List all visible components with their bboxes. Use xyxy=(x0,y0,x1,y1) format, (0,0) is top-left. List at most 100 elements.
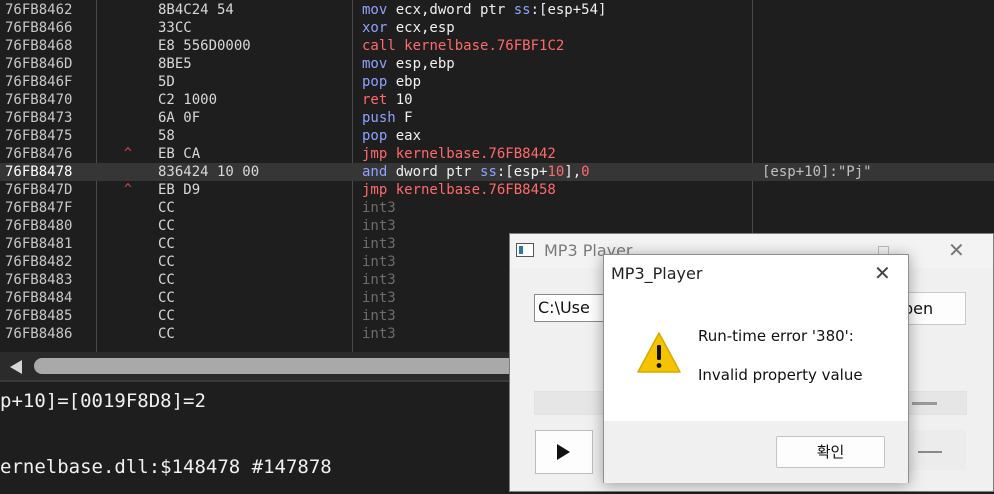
disasm-row[interactable]: 76FB847F CC int3 xyxy=(0,199,994,217)
disasm-row[interactable]: 76FB8466 33CC xor ecx,esp xyxy=(0,19,994,37)
volume-slider-thumb[interactable] xyxy=(918,451,942,453)
instruction-token: kernelbase.76FB8442 xyxy=(395,146,556,162)
row-address: 76FB8483 xyxy=(5,272,73,288)
seek-slider-thumb[interactable] xyxy=(912,402,937,405)
row-instruction: jmp kernelbase.76FB8442 xyxy=(362,145,556,163)
instruction-token: int3 xyxy=(362,236,396,252)
volume-slider[interactable] xyxy=(910,430,966,470)
row-address: 76FB8482 xyxy=(5,254,73,270)
row-instruction: int3 xyxy=(362,199,396,217)
row-bytes: 8BE5 xyxy=(158,56,192,72)
instruction-token: F xyxy=(404,110,413,126)
instruction-token: pop xyxy=(362,128,396,144)
row-address: 76FB847D xyxy=(5,182,73,198)
row-address: 76FB846D xyxy=(5,56,73,72)
row-bytes: 5D xyxy=(158,74,175,90)
instruction-token: ss xyxy=(480,164,497,180)
row-address: 76FB8473 xyxy=(5,110,73,126)
row-bytes: 836424 10 00 xyxy=(158,164,260,180)
instruction-token: dword ptr xyxy=(395,164,481,180)
row-instruction: int3 xyxy=(362,253,396,271)
row-address: 76FB8466 xyxy=(5,20,73,36)
row-bytes: CC xyxy=(158,218,175,234)
row-instruction: int3 xyxy=(362,217,396,235)
instruction-token: call xyxy=(362,38,405,54)
row-instruction: jmp kernelbase.76FB8458 xyxy=(362,181,556,199)
instruction-token: push xyxy=(362,110,405,126)
close-icon[interactable]: ✕ xyxy=(874,261,891,285)
row-comment: [esp+10]:"Pj" xyxy=(762,164,872,180)
instruction-token: xor xyxy=(362,20,396,36)
disasm-row[interactable]: 76FB8462 8B4C24 54 mov ecx,dword ptr ss:[e… xyxy=(0,1,994,19)
disasm-row[interactable]: 76FB846F 5D pop ebp xyxy=(0,73,994,91)
dialog-title: MP3_Player xyxy=(611,264,703,283)
instruction-token: and xyxy=(362,164,396,180)
row-instruction: int3 xyxy=(362,271,396,289)
row-instruction: int3 xyxy=(362,289,396,307)
jump-up-arrow-icon: ^ xyxy=(124,146,132,161)
row-bytes: CC xyxy=(158,200,175,216)
row-bytes: EB D9 xyxy=(158,182,201,198)
row-address: 76FB846F xyxy=(5,74,73,90)
instruction-token: 0 xyxy=(581,164,590,180)
instruction-token: esp,ebp xyxy=(395,56,455,72)
disasm-row[interactable]: 76FB8476 ^ EB CA jmp kernelbase.76FB8442 xyxy=(0,145,994,163)
instruction-token: 10 xyxy=(547,164,565,180)
instruction-token: kernelbase.76FBF1C2 xyxy=(404,38,565,54)
row-bytes: 58 xyxy=(158,128,175,144)
disasm-row[interactable]: 76FB8475 58 pop eax xyxy=(0,127,994,145)
error-message-detail: Invalid property value xyxy=(698,366,863,384)
row-address: 76FB8481 xyxy=(5,236,73,252)
row-address: 76FB8470 xyxy=(5,92,73,108)
disasm-row[interactable]: 76FB847D ^ EB D9 jmp kernelbase.76FB8458 xyxy=(0,181,994,199)
disasm-row[interactable]: 76FB8473 6A 0F push F xyxy=(0,109,994,127)
row-bytes: CC xyxy=(158,308,175,324)
jump-up-arrow-icon: ^ xyxy=(124,182,132,197)
row-instruction: mov esp,ebp xyxy=(362,55,455,73)
scroll-left-arrow-icon[interactable] xyxy=(10,360,22,374)
instruction-token: mov xyxy=(362,56,396,72)
row-bytes: C2 1000 xyxy=(158,92,218,108)
row-instruction: pop eax xyxy=(362,127,421,145)
scrollbar-thumb[interactable] xyxy=(34,358,534,374)
row-instruction: int3 xyxy=(362,235,396,253)
row-instruction: xor ecx,esp xyxy=(362,19,455,37)
row-address: 76FB8480 xyxy=(5,218,73,234)
info-memory-value: p+10]=[0019F8D8]=2 xyxy=(0,390,206,412)
close-icon[interactable]: ✕ xyxy=(948,238,965,262)
instruction-token: int3 xyxy=(362,290,396,306)
instruction-token: 10 xyxy=(395,92,413,108)
disasm-row[interactable]: 76FB8468 E8 556D0000 call kernelbase.76FBF… xyxy=(0,37,994,55)
row-bytes: 8B4C24 54 xyxy=(158,2,234,18)
instruction-token: :[esp+54] xyxy=(530,2,607,18)
info-module-address: ernelbase.dll:$148478 #147878 xyxy=(0,456,332,478)
instruction-token: ecx,dword ptr xyxy=(395,2,514,18)
row-bytes: CC xyxy=(158,272,175,288)
instruction-token: jmp xyxy=(362,182,396,198)
row-bytes: EB CA xyxy=(158,146,201,162)
row-instruction: call kernelbase.76FBF1C2 xyxy=(362,37,564,55)
row-address: 76FB8478 xyxy=(5,164,73,180)
instruction-token: int3 xyxy=(362,254,396,270)
row-instruction: int3 xyxy=(362,325,396,343)
instruction-token: int3 xyxy=(362,308,396,324)
instruction-token: int3 xyxy=(362,326,396,342)
row-address: 76FB8486 xyxy=(5,326,73,342)
row-instruction: mov ecx,dword ptr ss:[esp+54] xyxy=(362,1,606,19)
error-dialog[interactable]: MP3_Player ✕ Run-time error '380': Inval… xyxy=(603,254,909,483)
instruction-token: ebp xyxy=(395,74,422,90)
disasm-row[interactable]: 76FB8478 836424 10 00 and dword ptr ss:[es… xyxy=(0,163,994,181)
row-address: 76FB8485 xyxy=(5,308,73,324)
ok-button[interactable]: 확인 xyxy=(776,436,885,468)
row-bytes: 6A 0F xyxy=(158,110,201,126)
row-instruction: pop ebp xyxy=(362,73,421,91)
disasm-row[interactable]: 76FB8470 C2 1000 ret 10 xyxy=(0,91,994,109)
instruction-token: mov xyxy=(362,2,396,18)
row-bytes: 33CC xyxy=(158,20,192,36)
app-icon xyxy=(516,243,534,257)
instruction-token: :[esp+ xyxy=(496,164,548,180)
row-bytes: CC xyxy=(158,326,175,342)
row-bytes: CC xyxy=(158,290,175,306)
disasm-row[interactable]: 76FB846D 8BE5 mov esp,ebp xyxy=(0,55,994,73)
play-button[interactable] xyxy=(535,430,593,474)
